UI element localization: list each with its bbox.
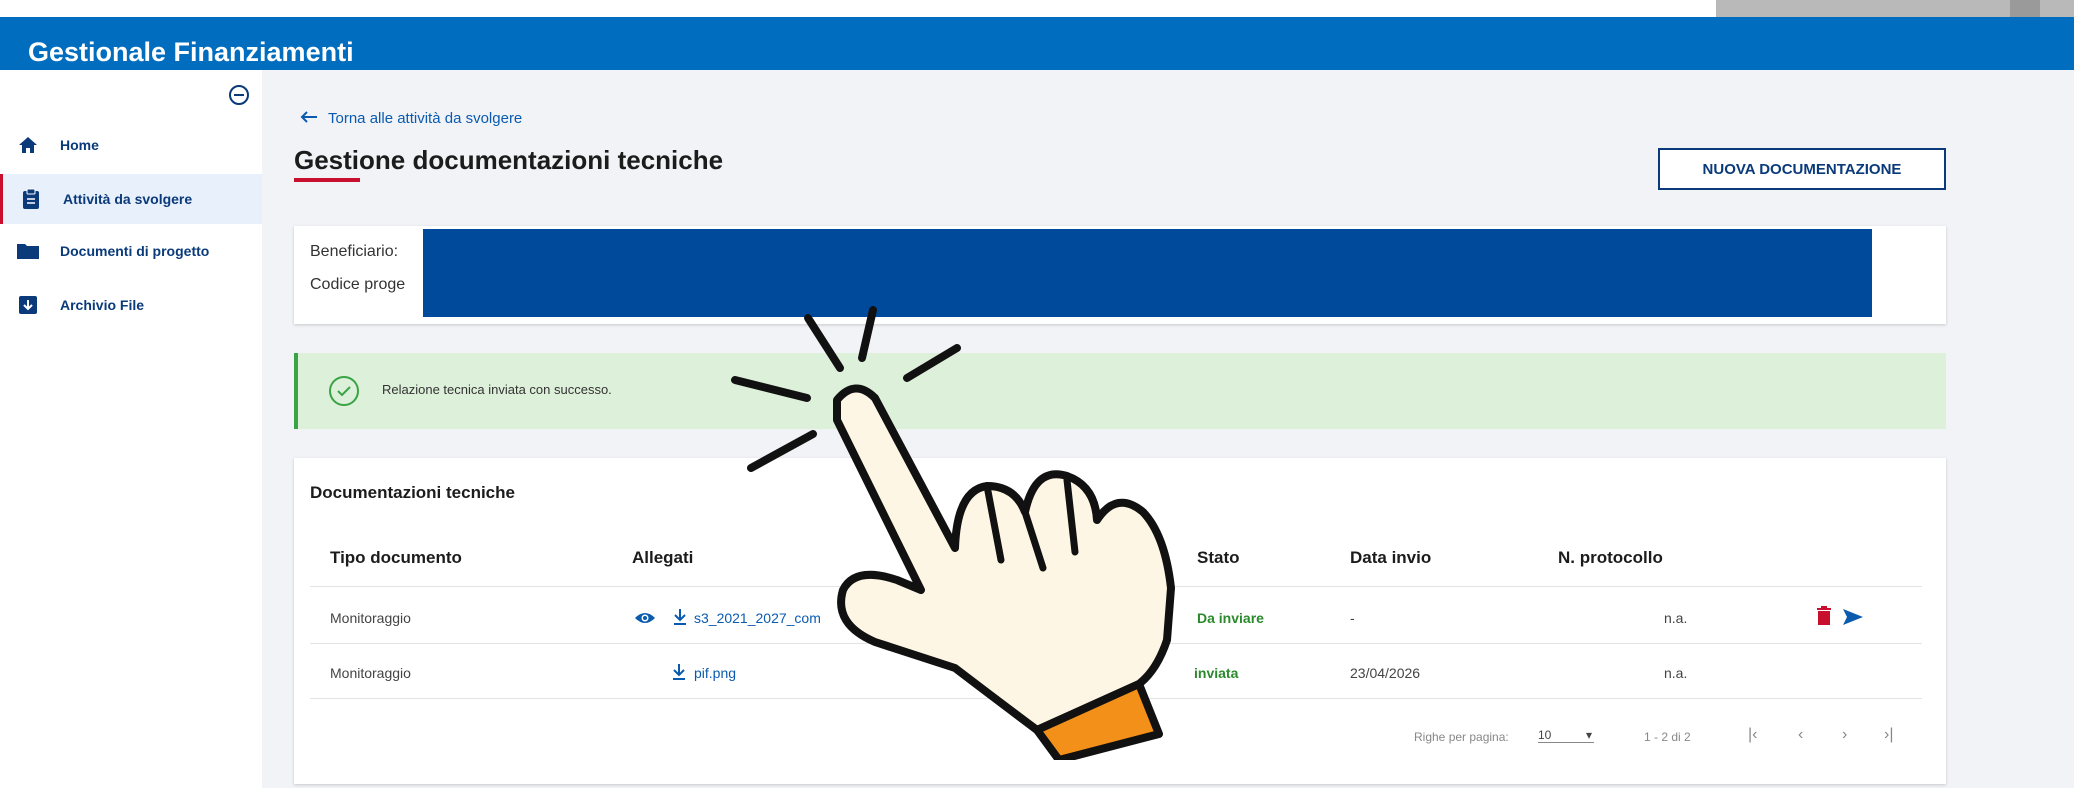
back-link-label: Torna alle attività da svolgere bbox=[328, 110, 523, 127]
rows-per-page-value: 10 bbox=[1538, 728, 1552, 742]
last-page-icon[interactable]: ›| bbox=[1884, 726, 1893, 744]
check-circle-icon bbox=[329, 376, 359, 406]
sidebar-item-label: Home bbox=[60, 137, 99, 153]
eye-icon[interactable] bbox=[634, 610, 656, 626]
cell-data: - bbox=[1350, 610, 1355, 626]
arrow-left-icon bbox=[300, 110, 318, 127]
home-icon bbox=[16, 133, 40, 157]
sidebar-item-attivita[interactable]: Attività da svolgere bbox=[0, 174, 265, 224]
codice-progetto-label: Codice proge bbox=[310, 276, 406, 293]
table-title: Documentazioni tecniche bbox=[310, 483, 515, 502]
cell-tipo: Monitoraggio bbox=[330, 665, 411, 681]
window-corner-shade bbox=[2010, 0, 2040, 17]
pagination-range: 1 - 2 di 2 bbox=[1644, 730, 1691, 744]
download-icon[interactable] bbox=[672, 663, 686, 681]
app-title: Gestionale Finanziamenti bbox=[28, 37, 354, 67]
new-documentation-button[interactable]: NUOVA DOCUMENTAZIONE bbox=[1658, 148, 1946, 190]
column-header-tipo[interactable]: Tipo documento bbox=[330, 548, 462, 568]
title-underline bbox=[294, 178, 360, 182]
rows-per-page-select[interactable]: 10 ▾ bbox=[1538, 728, 1594, 743]
pointing-hand-icon bbox=[731, 306, 1175, 760]
sidebar-item-archivio[interactable]: Archivio File bbox=[0, 280, 262, 330]
first-page-icon[interactable]: |‹ bbox=[1748, 726, 1757, 744]
sidebar-item-label: Archivio File bbox=[60, 297, 145, 313]
sidebar-item-documenti[interactable]: Documenti di progetto bbox=[0, 226, 262, 276]
next-page-icon[interactable]: › bbox=[1842, 726, 1847, 744]
column-header-data[interactable]: Data invio bbox=[1350, 548, 1431, 568]
sidebar-item-home[interactable]: Home bbox=[0, 120, 262, 170]
download-icon[interactable] bbox=[673, 608, 687, 626]
column-header-allegati[interactable]: Allegati bbox=[632, 548, 693, 568]
page-title: Gestione documentazioni tecniche bbox=[294, 145, 724, 175]
trash-icon[interactable] bbox=[1816, 606, 1832, 626]
cell-tipo: Monitoraggio bbox=[330, 610, 411, 626]
collapse-sidebar-icon[interactable] bbox=[228, 84, 250, 106]
cell-protocollo: n.a. bbox=[1664, 665, 1688, 681]
caret-down-icon: ▾ bbox=[1585, 728, 1592, 742]
alert-message: Relazione tecnica inviata con successo. bbox=[382, 382, 612, 397]
prev-page-icon[interactable]: ‹ bbox=[1798, 726, 1803, 744]
clipboard-icon bbox=[19, 187, 43, 211]
rows-per-page-label: Righe per pagina: bbox=[1414, 730, 1509, 744]
column-header-protocollo[interactable]: N. protocollo bbox=[1558, 548, 1663, 568]
send-icon[interactable] bbox=[1842, 608, 1864, 626]
folder-icon bbox=[16, 239, 40, 263]
cell-protocollo: n.a. bbox=[1664, 610, 1688, 626]
back-link[interactable]: Torna alle attività da svolgere bbox=[300, 110, 522, 127]
sidebar-item-label: Attività da svolgere bbox=[63, 191, 193, 207]
cell-data: 23/04/2026 bbox=[1350, 665, 1421, 681]
sidebar-item-label: Documenti di progetto bbox=[60, 243, 210, 259]
archive-icon bbox=[16, 293, 40, 317]
beneficiario-label: Beneficiario: bbox=[310, 243, 399, 260]
app-header: Gestionale Finanziamenti bbox=[0, 17, 2074, 70]
